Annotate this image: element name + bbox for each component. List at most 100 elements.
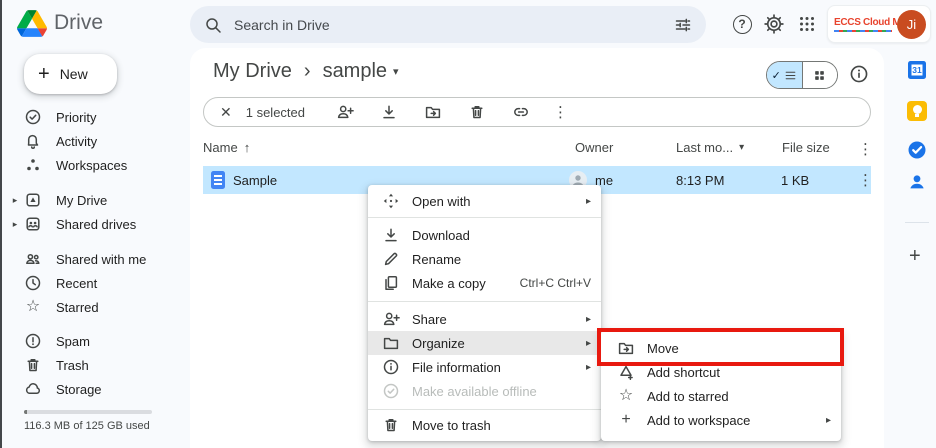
keep-icon: [907, 101, 927, 121]
expand-caret-icon[interactable]: ▸: [11, 195, 19, 206]
person-add-icon: [382, 310, 400, 328]
keep-app-button[interactable]: [907, 101, 927, 121]
sidebar-item-my-drive[interactable]: My Drive: [24, 188, 107, 212]
menu-item-file-information[interactable]: File information ▸: [368, 355, 601, 379]
more-actions-button[interactable]: ⋮: [553, 103, 568, 121]
more-vert-icon: ⋮: [858, 171, 873, 189]
apps-grid-icon: [798, 15, 816, 33]
table-settings-button[interactable]: ⋮: [858, 140, 873, 158]
offline-check-icon: [382, 382, 400, 400]
menu-item-open-with[interactable]: Open with ▸: [368, 189, 601, 213]
gear-icon: [764, 14, 784, 34]
avatar[interactable]: Ji: [897, 10, 926, 39]
info-icon: [849, 64, 869, 84]
sidebar-item-storage[interactable]: Storage: [24, 377, 102, 401]
menu-item-organize[interactable]: Organize ▸: [368, 331, 601, 355]
sidebar-item-shared-with-me[interactable]: Shared with me: [24, 247, 146, 271]
storage-usage-text: 116.3 MB of 125 GB used: [24, 420, 150, 432]
calendar-app-button[interactable]: 31: [907, 60, 927, 80]
info-icon: [382, 358, 400, 376]
breadcrumb-root[interactable]: My Drive: [213, 60, 292, 83]
column-header-name[interactable]: Name ↑: [203, 140, 250, 155]
open-with-icon: [382, 192, 400, 210]
sidebar-item-label: Starred: [56, 300, 99, 315]
sidebar-item-label: My Drive: [56, 193, 107, 208]
column-header-modified[interactable]: Last mo... ▾: [676, 140, 744, 155]
shared-drive-icon: [24, 215, 42, 233]
file-size: 1 KB: [781, 166, 809, 194]
trash-button[interactable]: [468, 103, 486, 121]
download-button[interactable]: [380, 103, 398, 121]
app-title: Drive: [54, 11, 103, 35]
tasks-app-button[interactable]: [907, 140, 927, 160]
side-panel-divider: [905, 222, 929, 223]
submenu-item-add-to-starred[interactable]: ☆ Add to starred: [601, 384, 841, 408]
check-icon: ✓: [772, 69, 781, 82]
list-view-button[interactable]: ✓: [767, 62, 802, 88]
more-vert-icon: ⋮: [553, 104, 568, 121]
grid-view-button[interactable]: [802, 62, 838, 88]
window-edge: [0, 0, 2, 448]
menu-item-share[interactable]: Share ▸: [368, 307, 601, 331]
search-options-icon[interactable]: [674, 16, 692, 34]
menu-item-label: Add to workspace: [647, 413, 826, 428]
menu-item-label: Move to trash: [412, 418, 591, 433]
account-brand-tagline: [834, 30, 892, 32]
contacts-app-button[interactable]: [907, 172, 927, 192]
expand-caret-icon[interactable]: ▸: [11, 219, 19, 230]
clear-selection-button[interactable]: ✕: [220, 104, 232, 121]
sidebar-item-shared-drives[interactable]: Shared drives: [24, 212, 136, 236]
search-bar[interactable]: [190, 6, 706, 43]
sidebar-item-activity[interactable]: Activity: [24, 129, 97, 153]
get-addons-button[interactable]: +: [909, 245, 921, 268]
check-circle-icon: [24, 108, 42, 126]
menu-item-label: Move: [647, 341, 831, 356]
submenu-item-add-to-workspace[interactable]: + Add to workspace ▸: [601, 408, 841, 432]
get-link-button[interactable]: [512, 103, 530, 121]
new-button[interactable]: + New: [24, 54, 117, 94]
help-button[interactable]: ?: [730, 12, 754, 36]
list-view-icon: [784, 69, 797, 82]
sidebar-item-trash[interactable]: Trash: [24, 353, 89, 377]
column-header-size[interactable]: File size: [782, 140, 830, 155]
menu-item-make-a-copy[interactable]: Make a copy Ctrl+C Ctrl+V: [368, 271, 601, 295]
settings-button[interactable]: [762, 12, 786, 36]
sidebar-item-priority[interactable]: Priority: [24, 105, 96, 129]
apps-grid-button[interactable]: [795, 12, 819, 36]
sidebar-item-spam[interactable]: Spam: [24, 329, 90, 353]
sidebar-item-recent[interactable]: Recent: [24, 271, 97, 295]
move-button[interactable]: [424, 103, 442, 121]
account-widget[interactable]: ECCS Cloud Mail Ji: [827, 5, 931, 43]
breadcrumb-current[interactable]: sample ▾: [323, 60, 399, 83]
workspaces-icon: [24, 156, 42, 174]
share-button[interactable]: [336, 103, 354, 121]
svg-text:31: 31: [912, 65, 922, 75]
menu-item-label: Download: [412, 228, 591, 243]
sidebar-item-workspaces[interactable]: Workspaces: [24, 153, 127, 177]
submenu-arrow-icon: ▸: [826, 415, 831, 426]
row-more-button[interactable]: ⋮: [858, 166, 873, 194]
sidebar-item-label: Storage: [56, 382, 102, 397]
google-docs-file-icon: [211, 171, 225, 189]
selected-count-label: 1 selected: [246, 105, 305, 120]
submenu-item-move[interactable]: Move: [601, 336, 841, 360]
menu-item-rename[interactable]: Rename: [368, 247, 601, 271]
menu-item-download[interactable]: Download: [368, 223, 601, 247]
menu-item-label: Make a copy: [412, 276, 520, 291]
menu-item-move-to-trash[interactable]: Move to trash: [368, 413, 601, 437]
menu-item-label: Make available offline: [412, 384, 591, 399]
menu-item-label: Share: [412, 312, 586, 327]
sidebar-item-label: Shared drives: [56, 217, 136, 232]
sidebar-item-label: Spam: [56, 334, 90, 349]
menu-item-label: Organize: [412, 336, 586, 351]
file-modified: 8:13 PM: [676, 166, 724, 194]
column-header-owner[interactable]: Owner: [575, 140, 613, 155]
organize-submenu: Move Add shortcut ☆ Add to starred + Add…: [601, 330, 841, 441]
submenu-item-add-shortcut[interactable]: Add shortcut: [601, 360, 841, 384]
folder-move-icon: [617, 339, 635, 357]
details-button[interactable]: [849, 64, 869, 84]
search-input[interactable]: [234, 17, 674, 33]
search-icon: [204, 16, 222, 34]
sidebar-item-starred[interactable]: ☆ Starred: [24, 295, 99, 319]
grid-view-icon: [813, 69, 826, 82]
